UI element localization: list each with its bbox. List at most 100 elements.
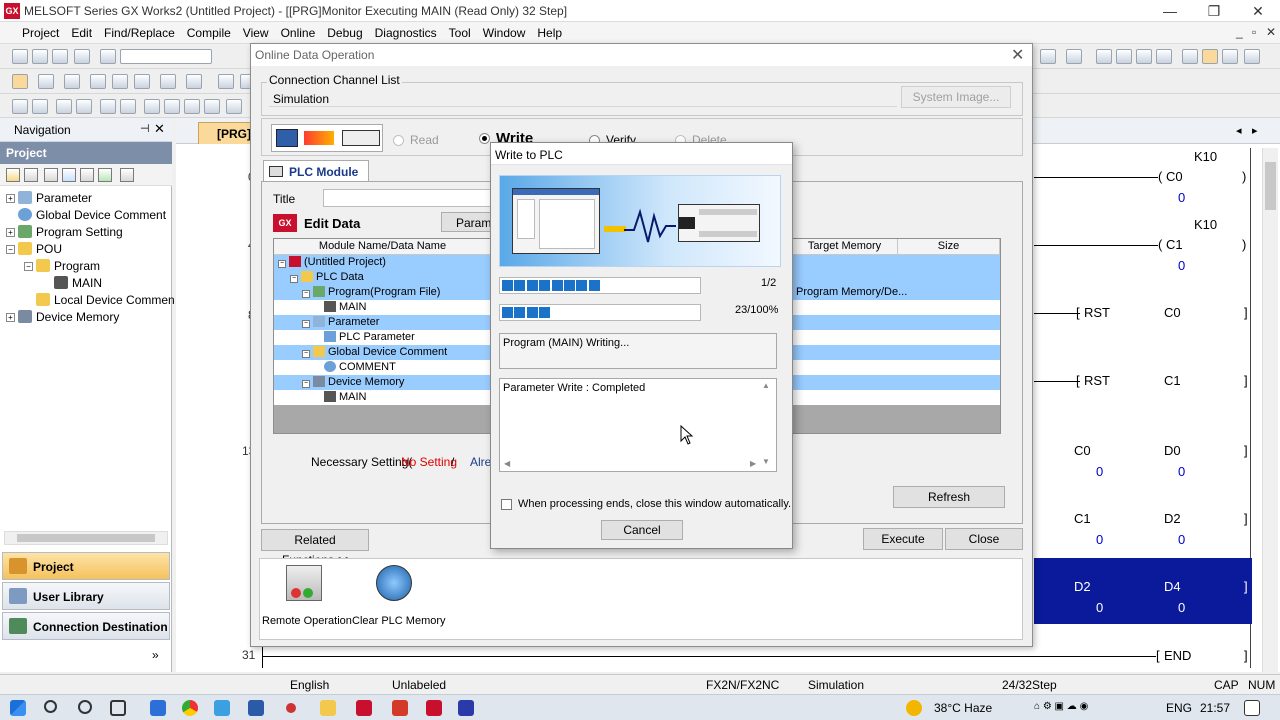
instruction-rst[interactable]: RST — [1084, 373, 1110, 388]
start-icon[interactable] — [10, 700, 26, 716]
toolbar-combo[interactable] — [120, 49, 212, 64]
chrome-icon[interactable] — [182, 700, 198, 716]
ladder-delete-vline-icon[interactable] — [204, 99, 220, 114]
toolbar-tool-6-icon[interactable] — [1156, 49, 1172, 64]
close-navigation-icon[interactable]: ✕ — [154, 121, 165, 137]
instruction-rst[interactable]: RST — [1084, 305, 1110, 320]
clear-plc-memory-item[interactable]: Clear PLC Memory — [352, 565, 446, 633]
close-button[interactable]: Close — [945, 528, 1023, 550]
menu-view[interactable]: View — [237, 26, 275, 40]
expander-icon[interactable]: − — [6, 245, 15, 254]
menu-diagnostics[interactable]: Diagnostics — [369, 26, 443, 40]
app-icon[interactable] — [214, 700, 230, 716]
expander-icon[interactable]: + — [6, 194, 15, 203]
menu-debug[interactable]: Debug — [321, 26, 368, 40]
tree-item-device-memory[interactable]: + Device Memory — [6, 309, 119, 325]
column-header-name[interactable]: Module Name/Data Name — [274, 239, 492, 255]
pin-icon[interactable]: ⊣ — [140, 122, 150, 135]
remote-operation-item[interactable]: Remote Operation — [262, 565, 352, 633]
more-buttons-icon[interactable]: » — [152, 648, 159, 662]
copy-data-icon[interactable] — [24, 168, 38, 182]
expander-icon[interactable]: − — [302, 350, 310, 358]
scroll-left-icon[interactable]: ◀ — [504, 459, 510, 468]
toolbar-tool-8-icon[interactable] — [1222, 49, 1238, 64]
editor-vscrollbar[interactable] — [1262, 148, 1278, 672]
coil-c1[interactable]: ( — [1158, 237, 1162, 252]
app-icon[interactable] — [426, 700, 442, 716]
toolbar-prog-6-icon[interactable] — [134, 74, 150, 89]
mdi-restore-button[interactable]: ▫ — [1252, 25, 1256, 39]
clock[interactable]: 21:57 — [1200, 701, 1230, 715]
paste-data-icon[interactable] — [44, 168, 58, 182]
related-functions-button[interactable]: Related Functions<< — [261, 529, 369, 567]
write-log[interactable]: Parameter Write : Completed ▲ ▼ ◀ ▶ — [499, 378, 777, 472]
end-instruction[interactable]: END — [1164, 648, 1191, 663]
search-icon[interactable] — [44, 700, 57, 713]
tab-scroll-left-icon[interactable]: ◂ — [1236, 124, 1242, 137]
notification-icon[interactable] — [1244, 700, 1260, 716]
tab-scroll-right-icon[interactable]: ▸ — [1252, 124, 1258, 137]
ladder-contact-nc-icon[interactable] — [32, 99, 48, 114]
device-icon[interactable] — [90, 74, 106, 89]
maximize-button[interactable]: ❐ — [1192, 0, 1236, 22]
toolbar-tool-5-icon[interactable] — [1136, 49, 1152, 64]
monitor-mode-icon[interactable] — [1202, 49, 1218, 64]
toolbar-tool-2-icon[interactable] — [1066, 49, 1082, 64]
ladder-vline-icon[interactable] — [164, 99, 180, 114]
close-icon[interactable]: ✕ — [1011, 45, 1024, 65]
task-view-icon[interactable] — [110, 700, 126, 716]
open-project-icon[interactable] — [32, 49, 48, 64]
ladder-delete-hline-icon[interactable] — [184, 99, 200, 114]
parameter-button[interactable]: Paramet — [441, 212, 501, 232]
find-icon[interactable] — [80, 168, 94, 182]
expander-icon[interactable]: − — [24, 262, 33, 271]
ladder-coil-icon[interactable] — [100, 99, 116, 114]
cancel-button[interactable]: Cancel — [601, 520, 683, 540]
system-image-button[interactable]: System Image... — [901, 86, 1011, 108]
menu-tool[interactable]: Tool — [443, 26, 477, 40]
help-icon[interactable] — [100, 49, 116, 64]
app-icon[interactable] — [320, 700, 336, 716]
execute-button[interactable]: Execute — [863, 528, 943, 550]
tree-item-program[interactable]: − Program — [24, 258, 100, 274]
menu-online[interactable]: Online — [275, 26, 322, 40]
expander-icon[interactable]: + — [6, 228, 15, 237]
gx-works-icon[interactable] — [356, 700, 372, 716]
expander-icon[interactable]: − — [302, 290, 310, 298]
mdi-minimize-button[interactable]: _ — [1236, 25, 1243, 39]
toolbar-tool-3-icon[interactable] — [1096, 49, 1112, 64]
weather-text[interactable]: 38°C Haze — [934, 701, 992, 715]
ladder-hline-icon[interactable] — [144, 99, 160, 114]
toolbar-prog-7-icon[interactable] — [160, 74, 176, 89]
checkbox-box[interactable] — [501, 498, 512, 510]
ladder-contact-icon[interactable] — [12, 99, 28, 114]
scroll-up-icon[interactable]: ▲ — [762, 381, 770, 390]
ladder-parallel-icon[interactable] — [56, 99, 72, 114]
column-header-target-memory[interactable]: Target Memory Setting — [792, 239, 898, 267]
toolbar-prog-8-icon[interactable] — [186, 74, 202, 89]
ladder-parallel-nc-icon[interactable] — [76, 99, 92, 114]
save-project-icon[interactable] — [52, 49, 68, 64]
app-icon[interactable] — [248, 700, 264, 716]
new-project-icon[interactable] — [12, 49, 28, 64]
menu-help[interactable]: Help — [531, 26, 568, 40]
menu-find-replace[interactable]: Find/Replace — [98, 26, 181, 40]
nav-project-button[interactable]: Project — [2, 552, 170, 580]
mdi-close-button[interactable]: ✕ — [1266, 25, 1276, 39]
tab-plc-module[interactable]: PLC Module — [263, 160, 369, 182]
expander-icon[interactable]: − — [290, 275, 298, 283]
toolbar-prog-2-icon[interactable] — [38, 74, 54, 89]
app-icon[interactable] — [458, 700, 474, 716]
record-icon[interactable] — [286, 703, 296, 713]
toolbar-tool-4-icon[interactable] — [1116, 49, 1132, 64]
refresh-tree-icon[interactable] — [98, 168, 112, 182]
scroll-thumb[interactable] — [1265, 162, 1276, 210]
menu-compile[interactable]: Compile — [181, 26, 237, 40]
toolbar-prog-5-icon[interactable] — [112, 74, 128, 89]
toolbar-prog-3-icon[interactable] — [64, 74, 80, 89]
menu-edit[interactable]: Edit — [65, 26, 98, 40]
tree-item-global-device-comment[interactable]: Global Device Comment — [18, 207, 166, 223]
expander-icon[interactable]: − — [302, 380, 310, 388]
tray-icons[interactable]: ⌂ ⚙ ▣ ☁ ◉ — [1034, 701, 1088, 712]
scroll-down-icon[interactable]: ▼ — [762, 457, 770, 466]
